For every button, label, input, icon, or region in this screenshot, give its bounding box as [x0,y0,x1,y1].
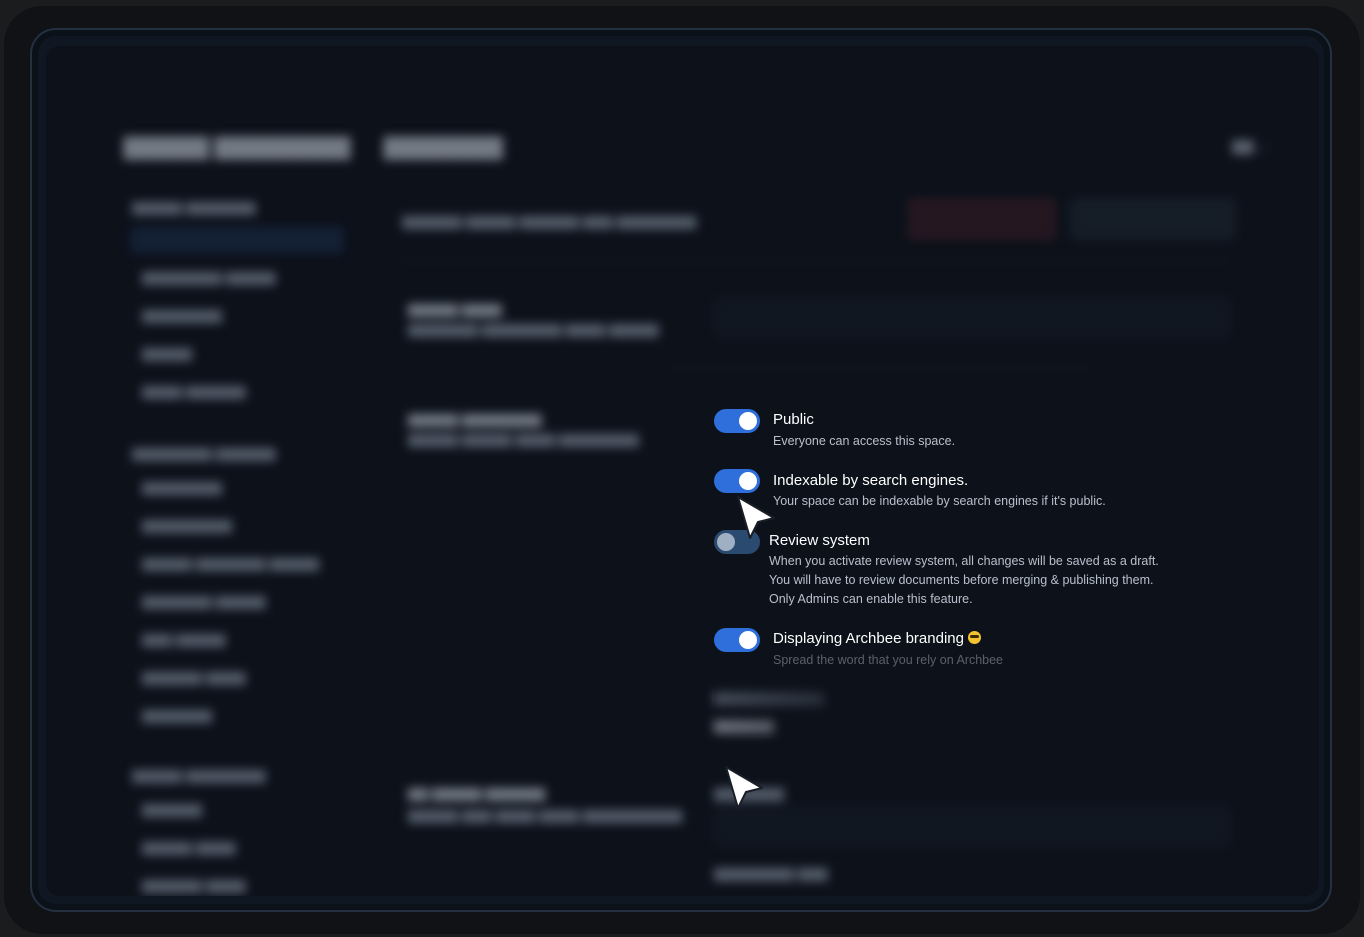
blurred-sidebar-item: ▇▇▇▇▇▇ ▇▇▇▇ [142,670,246,685]
cursor-arrow-icon [725,766,763,809]
blurred-input [714,806,1230,846]
branding-description: Spread the word that you rely on Archbee [773,653,1004,667]
blurred-field-label: ▇▇ ▇▇▇▇▇ ▇▇▇▇▇▇ [408,786,546,801]
chevron-down-icon: ▇▇ ⌄ [1232,138,1270,154]
public-description: Everyone can access this space. [773,434,956,448]
blurred-subtitle: ▇▇▇▇▇▇ ▇▇▇▇▇ ▇▇▇▇▇▇ ▇▇▇ ▇▇▇▇▇▇▇▇ [402,214,697,229]
toggle-knob [739,472,757,490]
toggle-knob [739,631,757,649]
blurred-sidebar-item: ▇▇▇▇▇▇▇▇ [142,308,222,323]
blurred-field-label: ▇▇▇▇▇ ▇▇▇▇ [408,302,502,317]
public-toggle[interactable] [714,409,760,433]
indexable-toggle[interactable] [714,469,760,493]
blurred-field-label: ▇▇▇▇▇▇▇▇ ▇▇▇ [714,866,828,881]
blurred-section-label: ▇▇▇▇▇ ▇▇▇▇▇▇▇ [132,200,256,215]
blurred-sidebar-item: ▇▇▇▇▇▇▇▇▇ [142,518,232,533]
blurred-sidebar-item: ▇▇▇▇▇ ▇▇▇▇▇▇▇ ▇▇▇▇▇ [142,556,320,571]
blurred-divider [666,368,1094,369]
branding-label: Displaying Archbee branding [773,630,981,647]
blurred-sidebar-item: ▇▇▇▇ ▇▇▇▇▇▇ [142,384,246,399]
toggle-knob [739,412,757,430]
chevron-left-icon: ‹ [343,138,348,154]
blurred-field-help: ▇▇▇▇▇ ▇▇▇ ▇▇▇▇ ▇▇▇▇ ▇▇▇▇▇▇▇▇▇▇ [408,808,683,823]
blurred-delete-button [908,198,1056,240]
cursor-arrow-icon [737,496,775,539]
blurred-section-label: ▇▇▇▇▇▇▇▇ ▇▇▇▇▇▇ [132,446,276,461]
review-system-description-line: Only Admins can enable this feature. [769,592,973,606]
blurred-secondary-button [1070,198,1236,240]
review-system-label: Review system [769,532,870,549]
review-system-description-line: When you activate review system, all cha… [769,554,1159,568]
blurred-divider [398,260,1234,261]
blurred-sidebar-item: ▇▇▇▇▇▇▇▇ [142,480,222,495]
blurred-field-help: ▇▇▇▇▇ ▇▇▇▇▇ ▇▇▇▇ ▇▇▇▇▇▇▇▇. [408,432,643,447]
blurred-sidebar-item: ▇▇▇▇▇▇ ▇▇▇▇ [142,878,246,893]
blurred-page-title: ▇▇▇▇▇▇▇ [384,134,503,159]
toggle-knob [717,533,735,551]
indexable-label: Indexable by search engines. [773,472,969,489]
blurred-sidebar-item: ▇▇▇▇▇▇▇▇ ▇▇▇▇▇ [142,270,276,285]
blurred-sidebar-title: ▇▇▇▇▇ ▇▇▇▇▇▇▇▇ [124,134,351,159]
review-system-description-line: You will have to review documents before… [769,573,1154,587]
blurred-sidebar-item: ▇▇▇▇▇▇ [142,802,202,817]
blurred-sidebar-item: ▇▇▇▇▇▇▇ ▇▇▇▇▇ [142,594,266,609]
branding-toggle[interactable] [714,628,760,652]
blurred-field-help: ▇▇▇▇▇▇▇ ▇▇▇▇▇▇▇▇ ▇▇▇▇ ▇▇▇▇▇ [408,322,659,337]
blurred-input [714,298,1230,338]
app-screen: ▇▇▇▇▇ ▇▇▇▇▇▇▇▇ ‹ ▇▇▇▇▇▇▇ ▇▇ ⌄ ▇▇▇▇▇ ▇▇▇▇… [46,46,1319,896]
blurred-section-label: ▇▇▇▇▇ ▇▇▇▇▇▇▇▇ [132,768,266,783]
blurred-field-label: ▇▇▇▇▇ ▇▇▇▇▇▇▇▇ [408,412,542,427]
indexable-description: Your space can be indexable by search en… [773,494,1106,508]
blurred-sidebar-item: ▇▇▇ ▇▇▇▇▇ [142,632,226,647]
blurred-sidebar-selected [130,226,344,254]
blurred-sidebar-item: ▇▇▇▇▇ [142,346,192,361]
blurred-sidebar-item: ▇▇▇▇▇ ▇▇▇▇ [142,840,236,855]
blurred-sidebar-item: ▇▇▇▇▇▇▇ [142,708,212,723]
grinning-emoji-icon [967,631,981,644]
branding-label-text: Displaying Archbee branding [773,630,964,647]
public-label: Public [773,411,814,428]
